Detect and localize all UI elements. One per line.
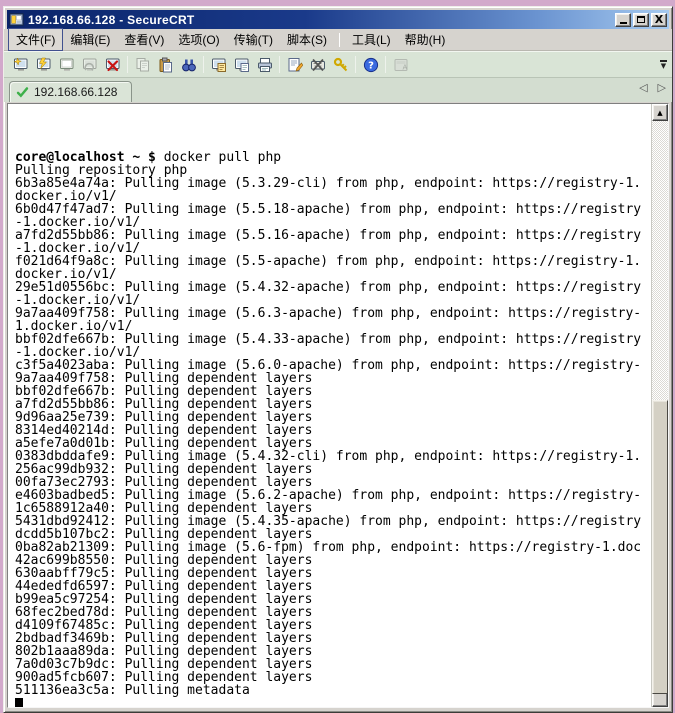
scrollbar-track[interactable] xyxy=(652,121,668,690)
vertical-scrollbar[interactable]: ▲ xyxy=(651,104,668,707)
menu-item-transfer[interactable]: 传输(T) xyxy=(227,29,280,50)
raw-log-session-icon xyxy=(234,57,250,73)
quick-connect-icon xyxy=(13,57,29,73)
session-options-button[interactable] xyxy=(283,54,306,76)
tab-bar: 192.168.66.128 ◁ ▷ xyxy=(4,78,672,102)
connect-icon xyxy=(36,57,52,73)
title-bar[interactable]: 192.168.66.128 - SecureCRT X xyxy=(7,10,669,29)
reconnect-icon xyxy=(82,57,98,73)
log-session-button[interactable] xyxy=(207,54,230,76)
app-window-icon: A xyxy=(393,57,409,73)
window-title: 192.168.66.128 - SecureCRT xyxy=(28,13,615,27)
help-button[interactable]: ? xyxy=(359,54,382,76)
toolbar-separator xyxy=(355,56,356,73)
tab-scroll-left-icon[interactable]: ◁ xyxy=(639,81,647,94)
scrollbar-up-button[interactable]: ▲ xyxy=(652,104,668,121)
menu-separator xyxy=(339,33,340,47)
disconnect-button[interactable] xyxy=(101,54,124,76)
reconnect-button[interactable] xyxy=(78,54,101,76)
menu-item-tools[interactable]: 工具(L) xyxy=(345,29,398,50)
copy-icon xyxy=(135,57,151,73)
find-button[interactable] xyxy=(177,54,200,76)
connect-button[interactable] xyxy=(32,54,55,76)
securecrt-window: 192.168.66.128 - SecureCRT X 文件(F)编辑(E)查… xyxy=(3,6,673,713)
toolbar-separator xyxy=(203,56,204,73)
toolbar-separator xyxy=(279,56,280,73)
terminal-output: core@localhost ~ $ docker pull phpPullin… xyxy=(8,104,651,707)
manage-keys-icon xyxy=(333,57,349,73)
manage-keys-button[interactable] xyxy=(329,54,352,76)
close-icon: X xyxy=(655,15,663,25)
log-session-icon xyxy=(211,57,227,73)
scrollbar-thumb[interactable] xyxy=(652,400,668,694)
menu-item-view[interactable]: 查看(V) xyxy=(117,29,171,50)
maximize-button[interactable] xyxy=(633,13,649,27)
tab-scroll-right-icon[interactable]: ▷ xyxy=(658,81,666,94)
session-tab-label: 192.168.66.128 xyxy=(34,85,117,99)
menu-item-help[interactable]: 帮助(H) xyxy=(398,29,453,50)
paste-button[interactable] xyxy=(154,54,177,76)
session-options-icon xyxy=(287,57,303,73)
print-button[interactable] xyxy=(253,54,276,76)
print-icon xyxy=(257,57,273,73)
quick-connect-button[interactable] xyxy=(9,54,32,76)
menu-item-file[interactable]: 文件(F) xyxy=(8,28,63,51)
menu-item-edit[interactable]: 编辑(E) xyxy=(63,29,117,50)
terminal-line: 511136ea3c5a: Pulling metadata xyxy=(15,684,651,697)
menu-bar: 文件(F)编辑(E)查看(V)选项(O)传输(T)脚本(S) 工具(L)帮助(H) xyxy=(4,29,672,51)
app-window-button[interactable]: A xyxy=(389,54,412,76)
raw-log-session-button[interactable] xyxy=(230,54,253,76)
copy-button[interactable] xyxy=(131,54,154,76)
help-icon: ? xyxy=(363,57,379,73)
terminal-cursor xyxy=(15,698,23,707)
close-button[interactable]: X xyxy=(651,13,667,27)
toolbar: ? A ▼ xyxy=(4,51,672,78)
global-options-icon xyxy=(310,57,326,73)
terminal-area[interactable]: core@localhost ~ $ docker pull phpPullin… xyxy=(7,103,669,708)
maximize-icon xyxy=(637,16,645,23)
menu-item-options[interactable]: 选项(O) xyxy=(171,29,226,50)
find-icon xyxy=(181,57,197,73)
chevron-down-icon: ▼ xyxy=(661,63,666,69)
svg-text:?: ? xyxy=(368,60,374,71)
svg-text:A: A xyxy=(402,63,407,71)
connected-check-icon xyxy=(16,86,29,99)
toolbar-separator xyxy=(385,56,386,73)
connect-in-tab-icon xyxy=(59,57,75,73)
session-tab[interactable]: 192.168.66.128 xyxy=(9,81,132,102)
paste-icon xyxy=(158,57,174,73)
disconnect-icon xyxy=(105,57,121,73)
toolbar-overflow-button[interactable]: ▼ xyxy=(658,56,669,72)
minimize-button[interactable] xyxy=(615,13,631,27)
toolbar-separator xyxy=(127,56,128,73)
arrow-up-icon: ▲ xyxy=(657,109,662,117)
global-options-button[interactable] xyxy=(306,54,329,76)
connect-in-tab-button[interactable] xyxy=(55,54,78,76)
minimize-icon xyxy=(620,22,627,24)
terminal-cursor-line xyxy=(15,697,651,707)
menu-item-script[interactable]: 脚本(S) xyxy=(280,29,334,50)
app-icon xyxy=(9,12,24,27)
